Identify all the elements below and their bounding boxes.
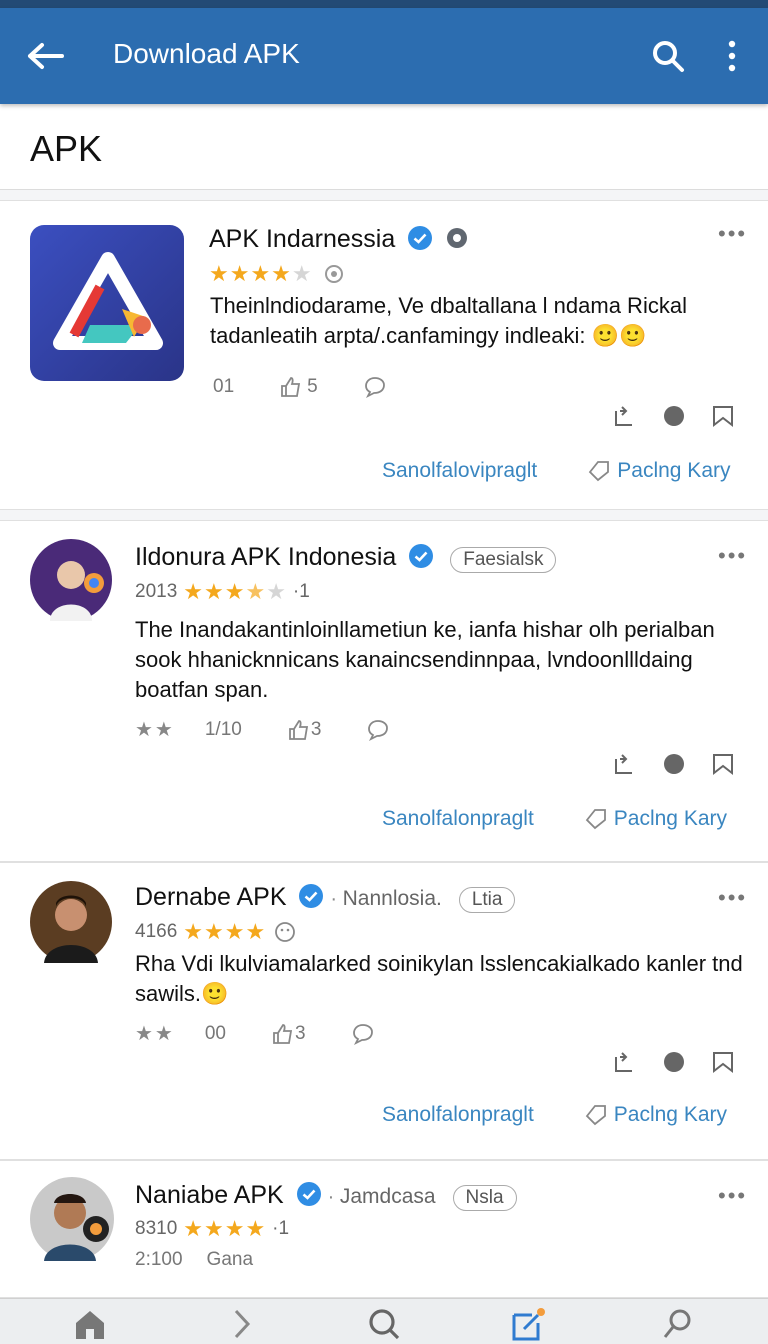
avatar[interactable]	[30, 1177, 114, 1261]
post-body: Theinlndiodarame, Ve dbaltallana l ndama…	[210, 293, 687, 348]
card-link-left[interactable]: Sanolfalovipraglt	[382, 459, 537, 483]
card-link-left[interactable]: Sanolfalonpraglt	[382, 1103, 534, 1127]
post-date: 4166	[135, 921, 178, 942]
post-date: 8310	[135, 1218, 178, 1239]
magnify-icon[interactable]	[660, 1307, 696, 1341]
author-name[interactable]: Ildonura APK Indonesia	[135, 543, 396, 571]
like-icon	[273, 1023, 293, 1044]
category-tag[interactable]: Nsla	[452, 1185, 517, 1211]
comment-icon[interactable]	[366, 718, 390, 742]
edit-icon[interactable]	[510, 1307, 546, 1341]
like-count: 3	[310, 718, 322, 740]
share-icon[interactable]	[612, 1049, 638, 1075]
post-card[interactable]: Ildonura APK Indonesia Faesialsk 2013 ★★…	[0, 520, 768, 862]
dot-icon[interactable]	[663, 1051, 685, 1073]
comment-icon[interactable]	[351, 1022, 375, 1046]
bookmark-icon[interactable]	[710, 751, 736, 777]
mini-stars: ★★	[135, 719, 175, 741]
comment-icon[interactable]	[363, 375, 387, 399]
card-link-right[interactable]: Paclng Kary	[614, 1103, 727, 1127]
card-link-left[interactable]: Sanolfalonpraglt	[382, 807, 534, 831]
author-name[interactable]: Naniabe APK	[135, 1181, 284, 1209]
card-link-right[interactable]: Paclng Kary	[617, 459, 730, 483]
rating-stars: ★★★★	[183, 919, 267, 944]
dot-icon[interactable]	[663, 753, 685, 775]
post-body: Rha Vdi lkulviamalarked soinikylan lssle…	[135, 951, 743, 1006]
post-card[interactable]: Naniabe APK · Jamdcasa Nsla 8310 ★★★★ ·1…	[0, 1160, 768, 1298]
post-menu-icon[interactable]: •••	[718, 1183, 747, 1209]
stat-count: 2:100	[135, 1249, 183, 1270]
app-bar: Download APK	[0, 8, 768, 104]
bottom-nav	[0, 1298, 768, 1344]
stat-count: 1/10	[204, 718, 242, 740]
badge-icon	[447, 228, 468, 248]
like-icon	[281, 377, 301, 397]
section-title: APK	[30, 128, 103, 169]
category-tag[interactable]: Faesialsk	[450, 547, 557, 573]
dot-icon[interactable]	[663, 405, 685, 427]
rating-stars: ★★★★★	[209, 261, 313, 286]
search-nav-icon[interactable]	[366, 1307, 402, 1341]
location-text: Nannlosia.	[342, 887, 442, 910]
meta-suffix: ·1	[292, 581, 310, 602]
post-menu-icon[interactable]: •••	[718, 885, 747, 911]
avatar[interactable]	[30, 881, 112, 963]
verified-icon	[296, 1182, 321, 1206]
author-name[interactable]: Dernabe APK	[135, 883, 287, 911]
meta-suffix: ·1	[272, 1218, 290, 1239]
like-icon	[288, 719, 308, 740]
app-logo-avatar[interactable]	[30, 225, 184, 381]
stat-count: 00	[204, 1022, 226, 1044]
bookmark-icon[interactable]	[710, 1049, 736, 1075]
location-text: Jamdcasa	[339, 1185, 436, 1208]
post-menu-icon[interactable]: •••	[718, 543, 747, 569]
share-icon[interactable]	[612, 403, 638, 429]
rating-stars: ★★★★	[183, 1216, 267, 1241]
verified-icon	[408, 226, 433, 250]
tag-icon	[585, 809, 606, 830]
post-card[interactable]: Dernabe APK · Nannlosia. Ltia 4166 ★★★★ …	[0, 862, 768, 1160]
back-arrow-icon[interactable]	[22, 36, 66, 76]
search-icon[interactable]	[648, 36, 688, 76]
like-count: 3	[295, 1022, 306, 1044]
tag-icon	[589, 461, 610, 482]
rating-stars: ★★★★★	[183, 579, 287, 604]
bookmark-icon[interactable]	[710, 403, 736, 429]
stat-label: Gana	[206, 1249, 254, 1270]
settings-icon	[324, 265, 343, 283]
section-header	[0, 104, 768, 190]
home-icon[interactable]	[72, 1307, 108, 1341]
share-icon[interactable]	[612, 751, 638, 777]
status-bar	[0, 0, 768, 8]
stat-count: 01	[213, 376, 235, 397]
tag-icon	[585, 1105, 606, 1126]
more-vert-icon[interactable]	[718, 36, 746, 76]
category-tag[interactable]: Ltia	[458, 887, 516, 913]
post-card[interactable]: APK Indarnessia ★★★★★ Theinlndiodarame, …	[0, 200, 768, 510]
avatar[interactable]	[30, 539, 112, 621]
app-title: Download APK	[113, 38, 300, 69]
card-link-right[interactable]: Paclng Kary	[614, 807, 727, 831]
post-date: 2013	[135, 581, 178, 602]
author-name[interactable]: APK Indarnessia	[209, 225, 395, 253]
emoji-icon	[275, 922, 296, 942]
like-count: 5	[307, 376, 318, 397]
mini-stars: ★★	[135, 1023, 175, 1045]
post-menu-icon[interactable]: •••	[718, 221, 747, 247]
verified-icon	[299, 884, 324, 908]
verified-icon	[409, 544, 434, 568]
post-body: The Inandakantinloinllametiun ke, ianfa …	[135, 617, 715, 702]
chevron-icon[interactable]	[224, 1307, 260, 1341]
